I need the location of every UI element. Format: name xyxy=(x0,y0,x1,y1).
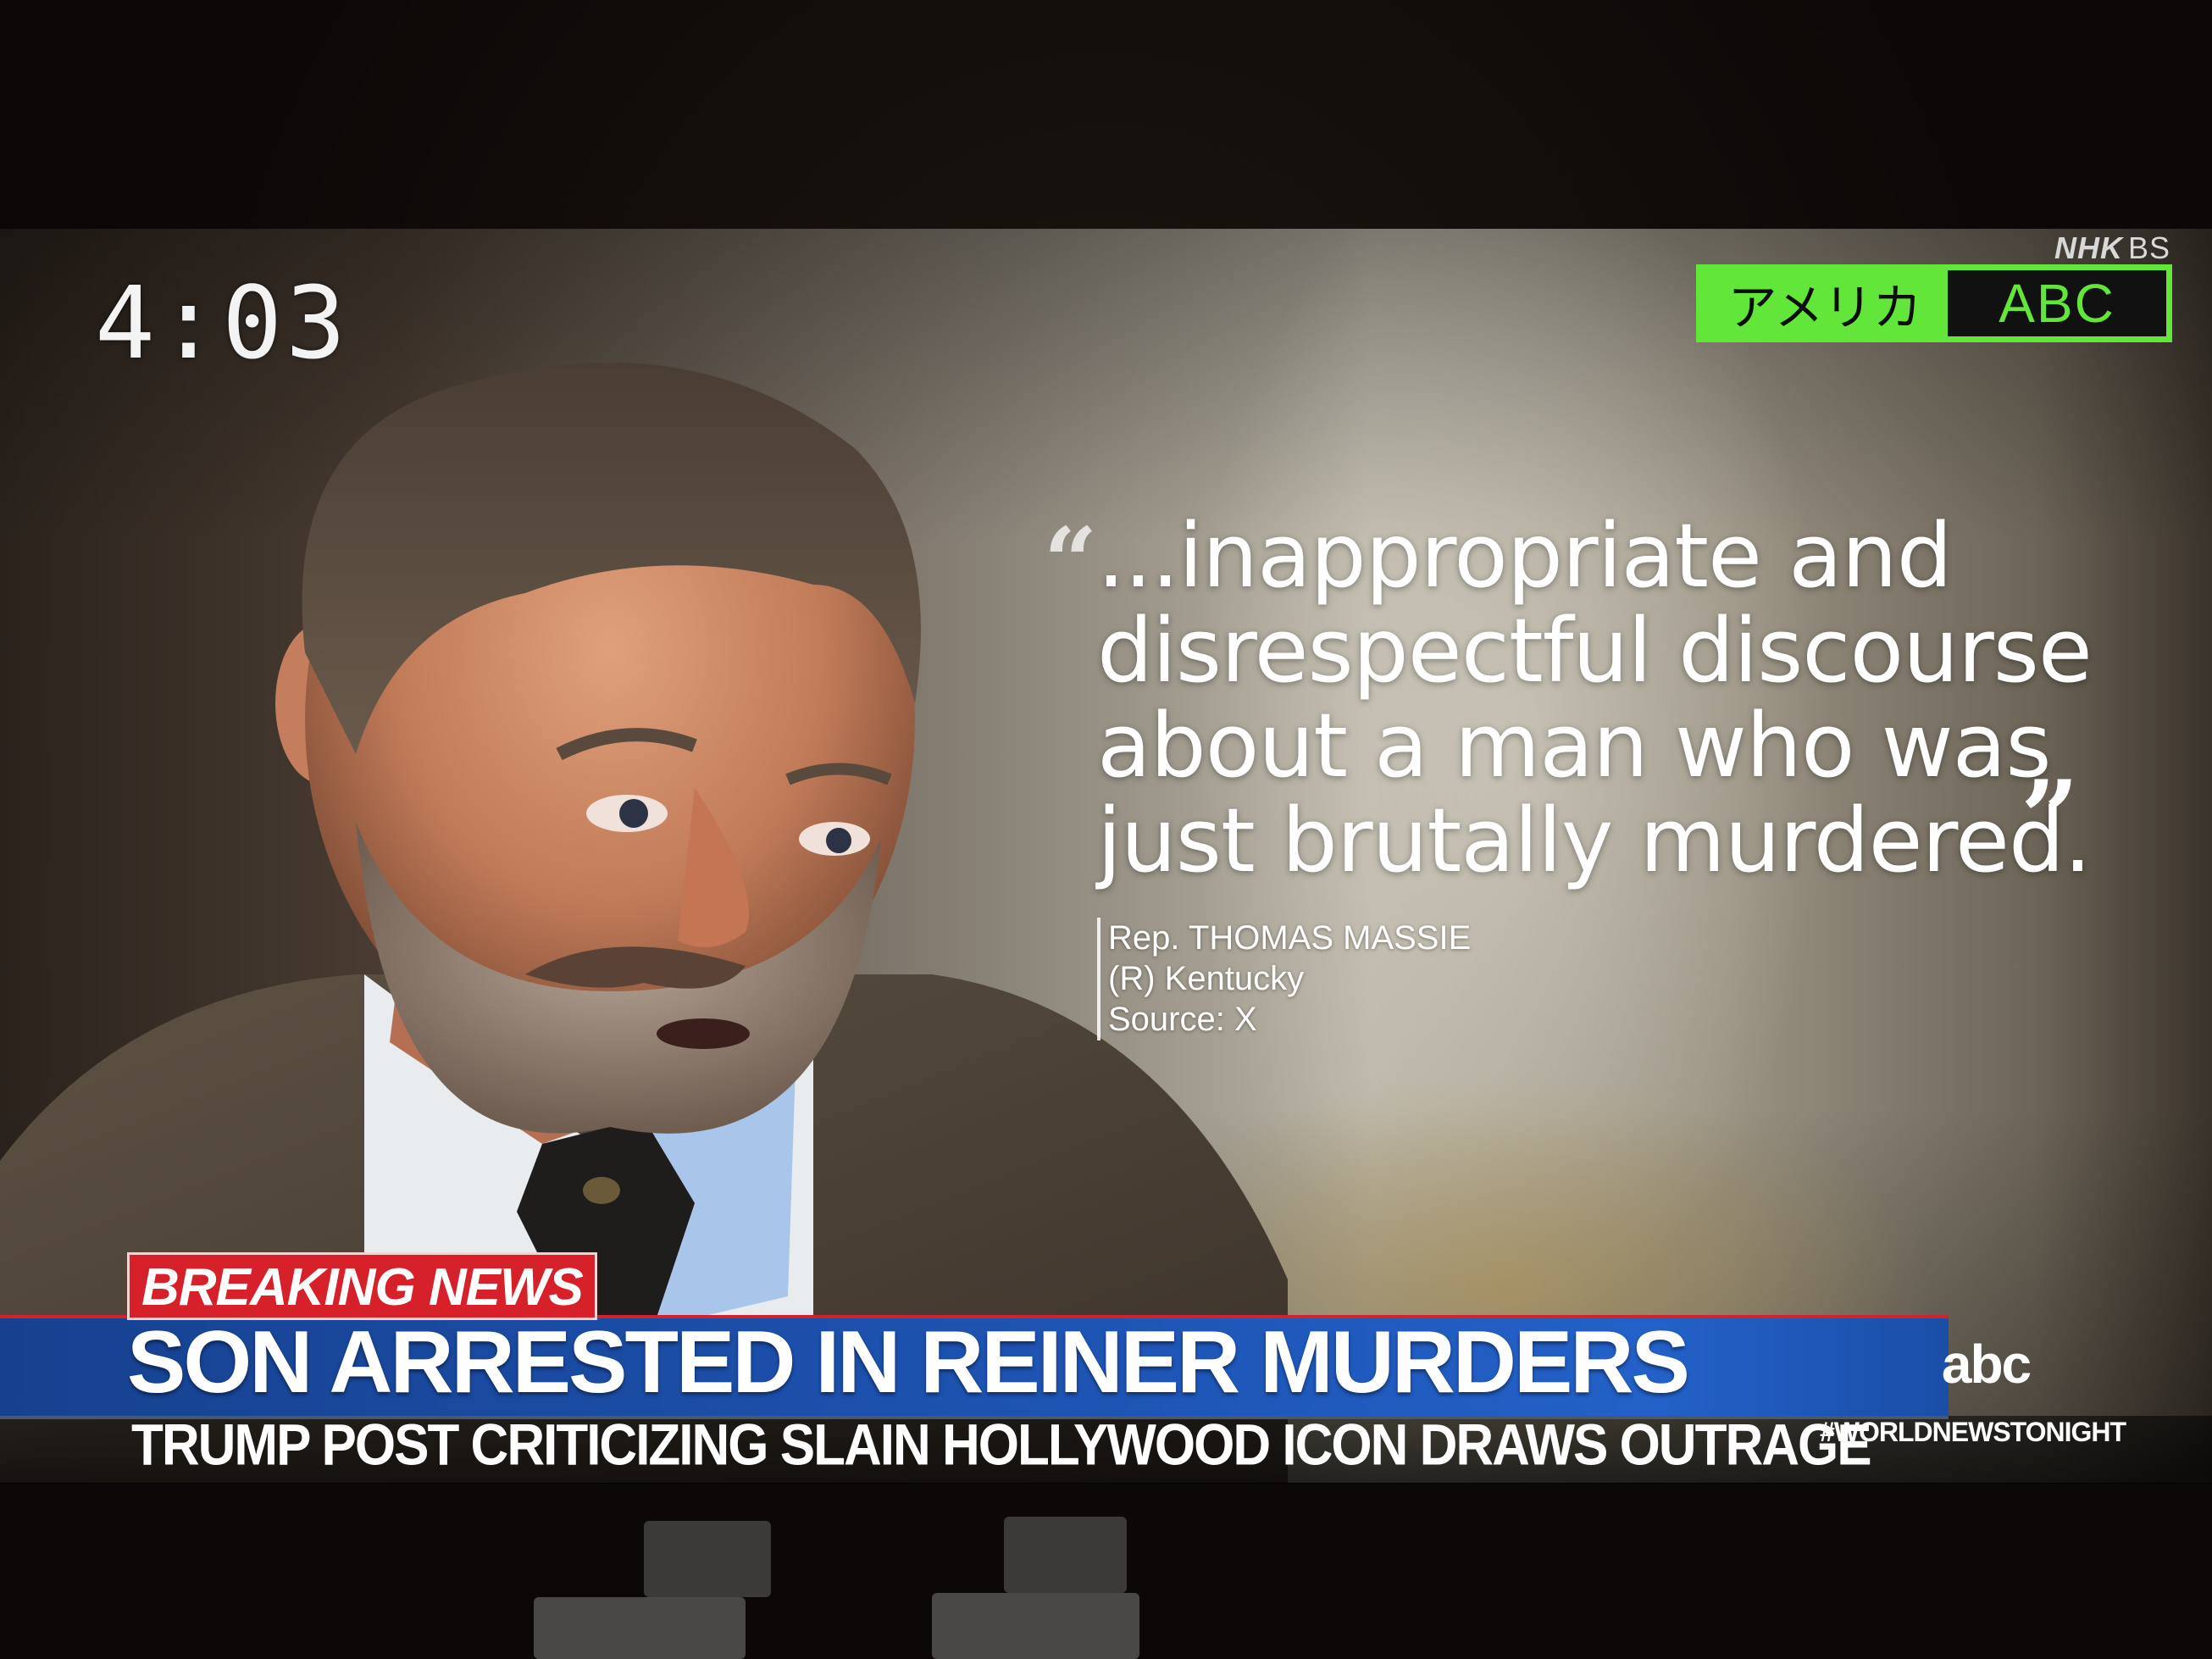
attribution: Rep. THOMAS MASSIE (R) Kentucky Source: … xyxy=(1108,918,1471,1040)
quote-line: about a man who was xyxy=(1097,694,2052,797)
attribution-divider xyxy=(1097,918,1100,1040)
quote-line: ...inappropriate and xyxy=(1097,504,1953,608)
source-country: アメリカ xyxy=(1702,270,1948,336)
quote-close-mark: ” xyxy=(2021,758,2080,878)
shelf-object xyxy=(534,1597,746,1659)
attribution-party-state: (R) Kentucky xyxy=(1108,960,1305,997)
quote-text: ...inappropriate and disrespectful disco… xyxy=(1097,508,2114,888)
shelf-object xyxy=(644,1521,771,1597)
shelf-object xyxy=(932,1593,1139,1659)
quote-line: disrespectful discourse xyxy=(1097,599,2093,702)
bs-logo-text: BS xyxy=(2128,230,2171,265)
clock-time: 4:03 xyxy=(95,264,350,381)
source-label-box: アメリカ ABC xyxy=(1696,264,2172,342)
attribution-source: Source: X xyxy=(1108,1001,1257,1038)
nhk-bs-logo: NHK BS xyxy=(2054,230,2170,266)
subheadline-text: TRUMP POST CRITICIZING SLAIN HOLLYWOOD I… xyxy=(131,1413,1872,1478)
headline-text: SON ARRESTED IN REINER MURDERS xyxy=(127,1313,1690,1412)
quote-open-mark: “ xyxy=(1044,507,1098,616)
quote-line: just brutally murdered. xyxy=(1097,789,2092,892)
shelf-object xyxy=(1004,1517,1127,1593)
hashtag-text: #WORLDNEWSTONIGHT xyxy=(1820,1417,2126,1447)
nhk-logo-text: NHK xyxy=(2054,230,2123,265)
source-network: ABC xyxy=(1948,270,2166,336)
attribution-name: Rep. THOMAS MASSIE xyxy=(1108,919,1472,957)
